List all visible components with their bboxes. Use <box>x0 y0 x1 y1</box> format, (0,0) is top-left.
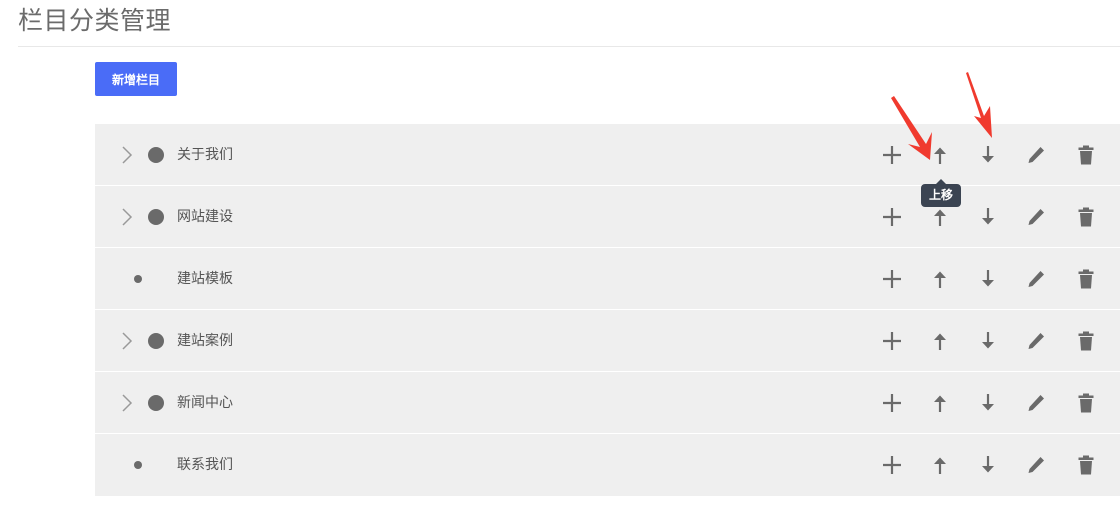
category-row: 建站模板 <box>95 248 1120 310</box>
move-down-button[interactable] <box>976 391 1000 415</box>
node-dot-icon <box>148 395 164 411</box>
page-title: 栏目分类管理 <box>18 6 172 35</box>
category-label: 新闻中心 <box>177 395 233 411</box>
edit-button[interactable] <box>1024 329 1048 353</box>
move-down-button[interactable] <box>976 143 1000 167</box>
annotation-arrow-down-icon <box>966 72 992 138</box>
node-dot-icon <box>148 333 164 349</box>
delete-button[interactable] <box>1074 453 1098 477</box>
move-up-button[interactable] <box>928 267 952 291</box>
move-down-button[interactable] <box>976 205 1000 229</box>
move-up-button[interactable] <box>928 453 952 477</box>
chevron-right-icon[interactable] <box>119 332 135 350</box>
category-label: 建站模板 <box>177 271 233 287</box>
chevron-right-icon[interactable] <box>119 208 135 226</box>
edit-button[interactable] <box>1024 453 1048 477</box>
delete-button[interactable] <box>1074 329 1098 353</box>
leaf-dot-icon <box>134 275 142 283</box>
add-column-button[interactable]: 新增栏目 <box>95 62 177 96</box>
add-child-button[interactable] <box>880 205 904 229</box>
move-down-button[interactable] <box>976 453 1000 477</box>
title-divider <box>18 46 1120 47</box>
category-row: 网站建设 <box>95 186 1120 248</box>
move-up-button[interactable] <box>928 205 952 229</box>
move-down-button[interactable] <box>976 329 1000 353</box>
move-up-tooltip: 上移 <box>921 179 962 207</box>
add-child-button[interactable] <box>880 391 904 415</box>
category-label: 关于我们 <box>177 147 233 163</box>
chevron-right-icon[interactable] <box>119 146 135 164</box>
node-dot-icon <box>148 209 164 225</box>
delete-button[interactable] <box>1074 267 1098 291</box>
category-list: 关于我们 网站建设 建站模板 建站案例 新闻中心 联系我们 <box>95 124 1120 496</box>
leaf-dot-icon <box>134 461 142 469</box>
edit-button[interactable] <box>1024 143 1048 167</box>
annotation-arrow-up-icon <box>891 96 932 160</box>
edit-button[interactable] <box>1024 391 1048 415</box>
edit-button[interactable] <box>1024 205 1048 229</box>
move-down-button[interactable] <box>976 267 1000 291</box>
edit-button[interactable] <box>1024 267 1048 291</box>
move-up-button[interactable] <box>928 391 952 415</box>
delete-button[interactable] <box>1074 143 1098 167</box>
node-dot-icon <box>148 147 164 163</box>
add-child-button[interactable] <box>880 329 904 353</box>
delete-button[interactable] <box>1074 391 1098 415</box>
add-child-button[interactable] <box>880 267 904 291</box>
category-label: 网站建设 <box>177 209 233 225</box>
category-row: 建站案例 <box>95 310 1120 372</box>
category-row: 新闻中心 <box>95 372 1120 434</box>
chevron-right-icon[interactable] <box>119 394 135 412</box>
move-up-button[interactable] <box>928 329 952 353</box>
delete-button[interactable] <box>1074 205 1098 229</box>
category-label: 联系我们 <box>177 457 233 473</box>
category-label: 建站案例 <box>177 333 233 349</box>
category-row: 联系我们 <box>95 434 1120 496</box>
add-child-button[interactable] <box>880 453 904 477</box>
